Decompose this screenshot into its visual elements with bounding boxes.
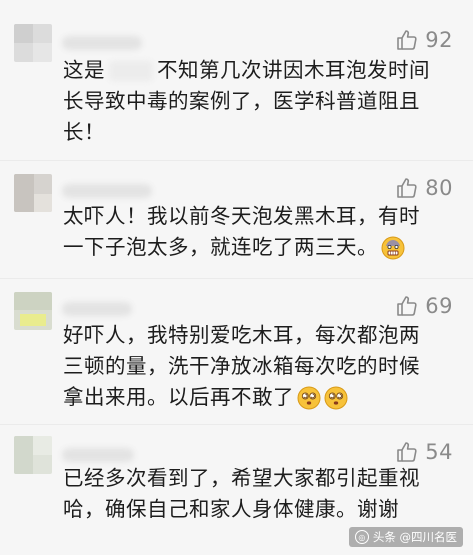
comment-text: 已经多次看到了，希望大家都引起重视 哈，确保自己和家人身体健康。谢谢 — [63, 463, 458, 525]
username-blurred — [62, 36, 142, 50]
like-count: 92 — [425, 28, 453, 52]
divider — [0, 278, 473, 279]
dizzy-face-emoji — [297, 386, 321, 410]
redacted-name — [109, 61, 153, 81]
comment-line: 长导致中毒的案例了，医学科普道阻且 — [63, 89, 420, 113]
comment-line: 不知第几次讲因木耳泡发时间 — [157, 58, 430, 82]
watermark: ◎ 头条 @四川名医 — [348, 527, 463, 547]
comment-text: 太吓人！我以前冬天泡发黑木耳，有时 一下子泡太多，就连吃了两三天。 — [63, 201, 458, 263]
dizzy-face-emoji — [324, 386, 348, 410]
avatar[interactable] — [14, 436, 52, 474]
like-button[interactable]: 54 — [395, 440, 453, 464]
comment-text: 好吓人，我特别爱吃木耳，每次都泡两 三顿的量，洗干净放冰箱每次吃的时候 拿出来用… — [63, 320, 458, 413]
username-blurred — [62, 184, 152, 198]
comment-line: 长！ — [63, 120, 105, 144]
like-count: 54 — [425, 440, 453, 464]
thumbs-up-icon — [397, 178, 417, 198]
comment-line: 拿出来用。以后再不敢了 — [63, 385, 294, 409]
divider — [0, 424, 473, 425]
comment-line: 一下子泡太多，就连吃了两三天。 — [63, 235, 378, 259]
like-count: 80 — [425, 176, 453, 200]
thumbs-up-icon — [397, 442, 417, 462]
like-count: 69 — [425, 294, 453, 318]
comment-line: 已经多次看到了，希望大家都引起重视 — [63, 466, 420, 490]
comment-line: 哈，确保自己和家人身体健康。谢谢 — [63, 497, 399, 521]
watermark-label: 头条 @四川名医 — [372, 530, 457, 544]
avatar[interactable] — [14, 174, 52, 212]
watermark-logo-icon: ◎ — [354, 530, 369, 544]
comment-line: 好吓人，我特别爱吃木耳，每次都泡两 — [63, 323, 420, 347]
like-button[interactable]: 80 — [395, 176, 453, 200]
comment-line: 三顿的量，洗干净放冰箱每次吃的时候 — [63, 354, 420, 378]
thumbs-up-icon — [397, 30, 417, 50]
comment-text: 这是 不知第几次讲因木耳泡发时间 长导致中毒的案例了，医学科普道阻且 长！ — [63, 55, 458, 148]
like-button[interactable]: 92 — [395, 28, 453, 52]
username-blurred — [62, 302, 132, 316]
avatar[interactable] — [14, 292, 52, 330]
fearful-face-emoji — [381, 236, 405, 260]
like-button[interactable]: 69 — [395, 294, 453, 318]
divider — [0, 160, 473, 161]
comment-line: 太吓人！我以前冬天泡发黑木耳，有时 — [63, 204, 420, 228]
thumbs-up-icon — [397, 296, 417, 316]
comment-line: 这是 — [63, 58, 105, 82]
username-blurred — [62, 448, 134, 462]
avatar[interactable] — [14, 24, 52, 62]
